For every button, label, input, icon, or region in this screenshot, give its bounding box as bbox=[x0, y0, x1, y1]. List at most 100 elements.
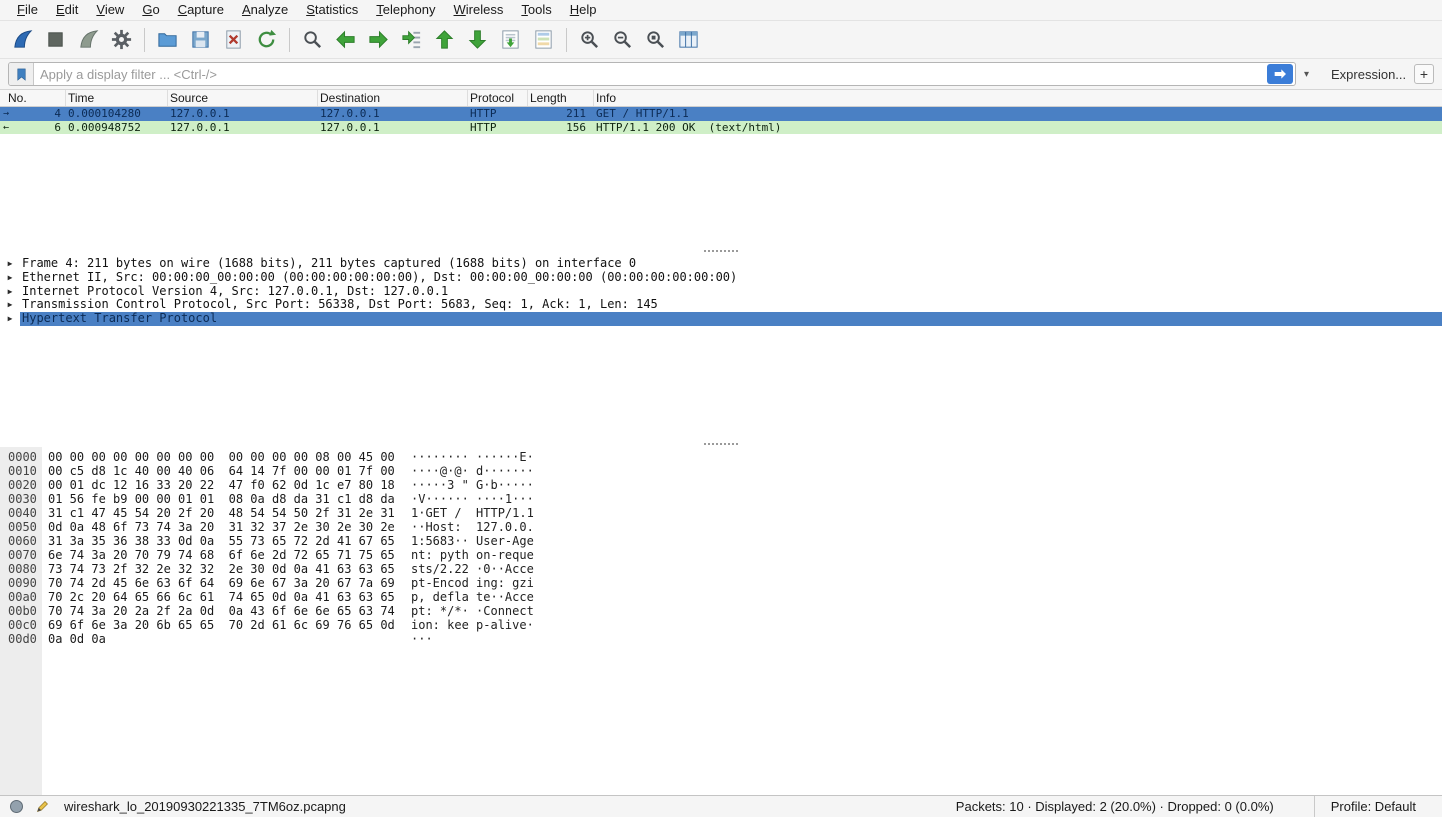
detail-text: Internet Protocol Version 4, Src: 127.0.… bbox=[20, 285, 1442, 299]
hex-row[interactable]: 00a070 2c 20 64 65 66 6c 61 74 65 0d 0a … bbox=[0, 590, 1442, 604]
expander-icon[interactable]: ▶ bbox=[0, 312, 20, 326]
expression-button[interactable]: Expression... bbox=[1331, 67, 1406, 82]
menu-capture[interactable]: Capture bbox=[169, 0, 233, 20]
arrow-left-icon bbox=[334, 28, 357, 51]
detail-text: Ethernet II, Src: 00:00:00_00:00:00 (00:… bbox=[20, 271, 1442, 285]
detail-row[interactable]: ▶Ethernet II, Src: 00:00:00_00:00:00 (00… bbox=[0, 271, 1442, 285]
expander-icon[interactable]: ▶ bbox=[0, 285, 20, 299]
reload-capture-file-button[interactable] bbox=[252, 25, 281, 55]
menu-analyze[interactable]: Analyze bbox=[233, 0, 297, 20]
hex-row[interactable]: 009070 74 2d 45 6e 63 6f 64 69 6e 67 3a … bbox=[0, 576, 1442, 590]
menu-file[interactable]: File bbox=[8, 0, 47, 20]
column-header-no[interactable]: No. bbox=[0, 90, 66, 106]
detail-row[interactable]: ▶Internet Protocol Version 4, Src: 127.0… bbox=[0, 285, 1442, 299]
resize-columns-button[interactable] bbox=[674, 25, 703, 55]
go-back-button[interactable] bbox=[331, 25, 360, 55]
stop-capture-button[interactable] bbox=[41, 25, 70, 55]
menu-help[interactable]: Help bbox=[561, 0, 606, 20]
hex-row[interactable]: 00d00a 0d 0a··· bbox=[0, 632, 1442, 646]
expander-icon[interactable]: ▶ bbox=[0, 257, 20, 271]
expander-icon[interactable]: ▶ bbox=[0, 271, 20, 285]
expert-info-icon[interactable] bbox=[10, 800, 23, 813]
hex-row[interactable]: 003001 56 fe b9 00 00 01 01 08 0a d8 da … bbox=[0, 492, 1442, 506]
hex-offset: 0010 bbox=[0, 464, 42, 478]
hex-row[interactable]: 002000 01 dc 12 16 33 20 22 47 f0 62 0d … bbox=[0, 478, 1442, 492]
hex-row[interactable]: 001000 c5 d8 1c 40 00 40 06 64 14 7f 00 … bbox=[0, 464, 1442, 478]
detail-row[interactable]: ▶Hypertext Transfer Protocol bbox=[0, 312, 1442, 326]
packet-length-cell: 211 bbox=[528, 107, 594, 121]
column-header-length[interactable]: Length bbox=[528, 90, 594, 106]
hex-row[interactable]: 00706e 74 3a 20 70 79 74 68 6f 6e 2d 72 … bbox=[0, 548, 1442, 562]
detail-row[interactable]: ▶Frame 4: 211 bytes on wire (1688 bits),… bbox=[0, 257, 1442, 271]
packet-source-cell: 127.0.0.1 bbox=[168, 121, 318, 135]
packet-info-cell: GET / HTTP/1.1 bbox=[594, 107, 1442, 121]
hex-row[interactable]: 00b070 74 3a 20 2a 2f 2a 0d 0a 43 6f 6e … bbox=[0, 604, 1442, 618]
zoom-in-icon bbox=[578, 28, 601, 51]
hex-bytes: 70 74 3a 20 2a 2f 2a 0d 0a 43 6f 6e 6e 6… bbox=[48, 604, 401, 618]
zoom-out-button[interactable] bbox=[608, 25, 637, 55]
filter-apply-button[interactable] bbox=[1267, 64, 1293, 84]
menu-go[interactable]: Go bbox=[133, 0, 168, 20]
column-header-info[interactable]: Info bbox=[594, 90, 1442, 106]
menu-statistics[interactable]: Statistics bbox=[297, 0, 367, 20]
zoom-in-button[interactable] bbox=[575, 25, 604, 55]
hex-ascii: ·V······ ····1··· bbox=[411, 492, 534, 506]
fin-gray-icon bbox=[77, 28, 100, 51]
filter-history-dropdown[interactable]: ▾ bbox=[1298, 62, 1315, 86]
find-packet-button[interactable] bbox=[298, 25, 327, 55]
start-capture-button[interactable] bbox=[8, 25, 37, 55]
packet-row[interactable]: ←60.000948752127.0.0.1127.0.0.1HTTP156HT… bbox=[0, 121, 1442, 135]
capture-comment-icon[interactable] bbox=[35, 799, 50, 814]
hex-ascii: ··Host: 127.0.0. bbox=[411, 520, 534, 534]
packet-row[interactable]: →40.000104280127.0.0.1127.0.0.1HTTP211GE… bbox=[0, 107, 1442, 121]
menu-tools[interactable]: Tools bbox=[512, 0, 560, 20]
column-header-protocol[interactable]: Protocol bbox=[468, 90, 528, 106]
packet-time-cell: 0.000104280 bbox=[66, 107, 168, 121]
packet-no-cell: →4 bbox=[0, 107, 66, 121]
profile-selector[interactable]: Profile: Default bbox=[1314, 796, 1442, 817]
open-capture-file-button[interactable] bbox=[153, 25, 182, 55]
column-header-destination[interactable]: Destination bbox=[318, 90, 468, 106]
filter-add-button[interactable]: + bbox=[1414, 64, 1434, 84]
hex-ascii: p, defla te··Acce bbox=[411, 590, 534, 604]
zoom-reset-button[interactable] bbox=[641, 25, 670, 55]
hex-row[interactable]: 000000 00 00 00 00 00 00 00 00 00 00 00 … bbox=[0, 450, 1442, 464]
column-header-time[interactable]: Time bbox=[66, 90, 168, 106]
auto-scroll-button[interactable] bbox=[496, 25, 525, 55]
menu-telephony[interactable]: Telephony bbox=[367, 0, 444, 20]
filter-bookmark-button[interactable] bbox=[9, 63, 34, 85]
hex-row[interactable]: 00500d 0a 48 6f 73 74 3a 20 31 32 37 2e … bbox=[0, 520, 1442, 534]
go-forward-button[interactable] bbox=[364, 25, 393, 55]
hex-offset: 0070 bbox=[0, 548, 42, 562]
reload-icon bbox=[255, 28, 278, 51]
save-capture-file-button[interactable] bbox=[186, 25, 215, 55]
go-first-packet-button[interactable] bbox=[430, 25, 459, 55]
hex-bytes: 00 00 00 00 00 00 00 00 00 00 00 00 08 0… bbox=[48, 450, 401, 464]
hex-row[interactable]: 004031 c1 47 45 54 20 2f 20 48 54 54 50 … bbox=[0, 506, 1442, 520]
colorize-packets-button[interactable] bbox=[529, 25, 558, 55]
hex-ascii: ·····3 " G·b····· bbox=[411, 478, 534, 492]
hex-row[interactable]: 006031 3a 35 36 38 33 0d 0a 55 73 65 72 … bbox=[0, 534, 1442, 548]
packet-statistics: Packets: 10 · Displayed: 2 (20.0%) · Dro… bbox=[956, 799, 1274, 814]
expander-icon[interactable]: ▶ bbox=[0, 298, 20, 312]
related-packet-icon: ← bbox=[3, 121, 9, 135]
display-filter-input[interactable] bbox=[34, 67, 1267, 82]
hex-row[interactable]: 00c069 6f 6e 3a 20 6b 65 65 70 2d 61 6c … bbox=[0, 618, 1442, 632]
menu-view[interactable]: View bbox=[87, 0, 133, 20]
hex-ascii: nt: pyth on-reque bbox=[411, 548, 534, 562]
hex-ascii: ion: kee p-alive· bbox=[411, 618, 534, 632]
status-bar: wireshark_lo_20190930221335_7TM6oz.pcapn… bbox=[0, 795, 1442, 817]
restart-capture-button[interactable] bbox=[74, 25, 103, 55]
capture-options-button[interactable] bbox=[107, 25, 136, 55]
packet-list-pane: No.TimeSourceDestinationProtocolLengthIn… bbox=[0, 90, 1442, 248]
hex-ascii: pt: */*· ·Connect bbox=[411, 604, 534, 618]
detail-row[interactable]: ▶Transmission Control Protocol, Src Port… bbox=[0, 298, 1442, 312]
go-last-packet-button[interactable] bbox=[463, 25, 492, 55]
hex-row[interactable]: 008073 74 73 2f 32 2e 32 32 2e 30 0d 0a … bbox=[0, 562, 1442, 576]
close-capture-file-button[interactable] bbox=[219, 25, 248, 55]
column-header-source[interactable]: Source bbox=[168, 90, 318, 106]
menu-wireless[interactable]: Wireless bbox=[445, 0, 513, 20]
hex-ascii: ··· bbox=[411, 632, 433, 646]
go-to-packet-button[interactable] bbox=[397, 25, 426, 55]
menu-edit[interactable]: Edit bbox=[47, 0, 87, 20]
